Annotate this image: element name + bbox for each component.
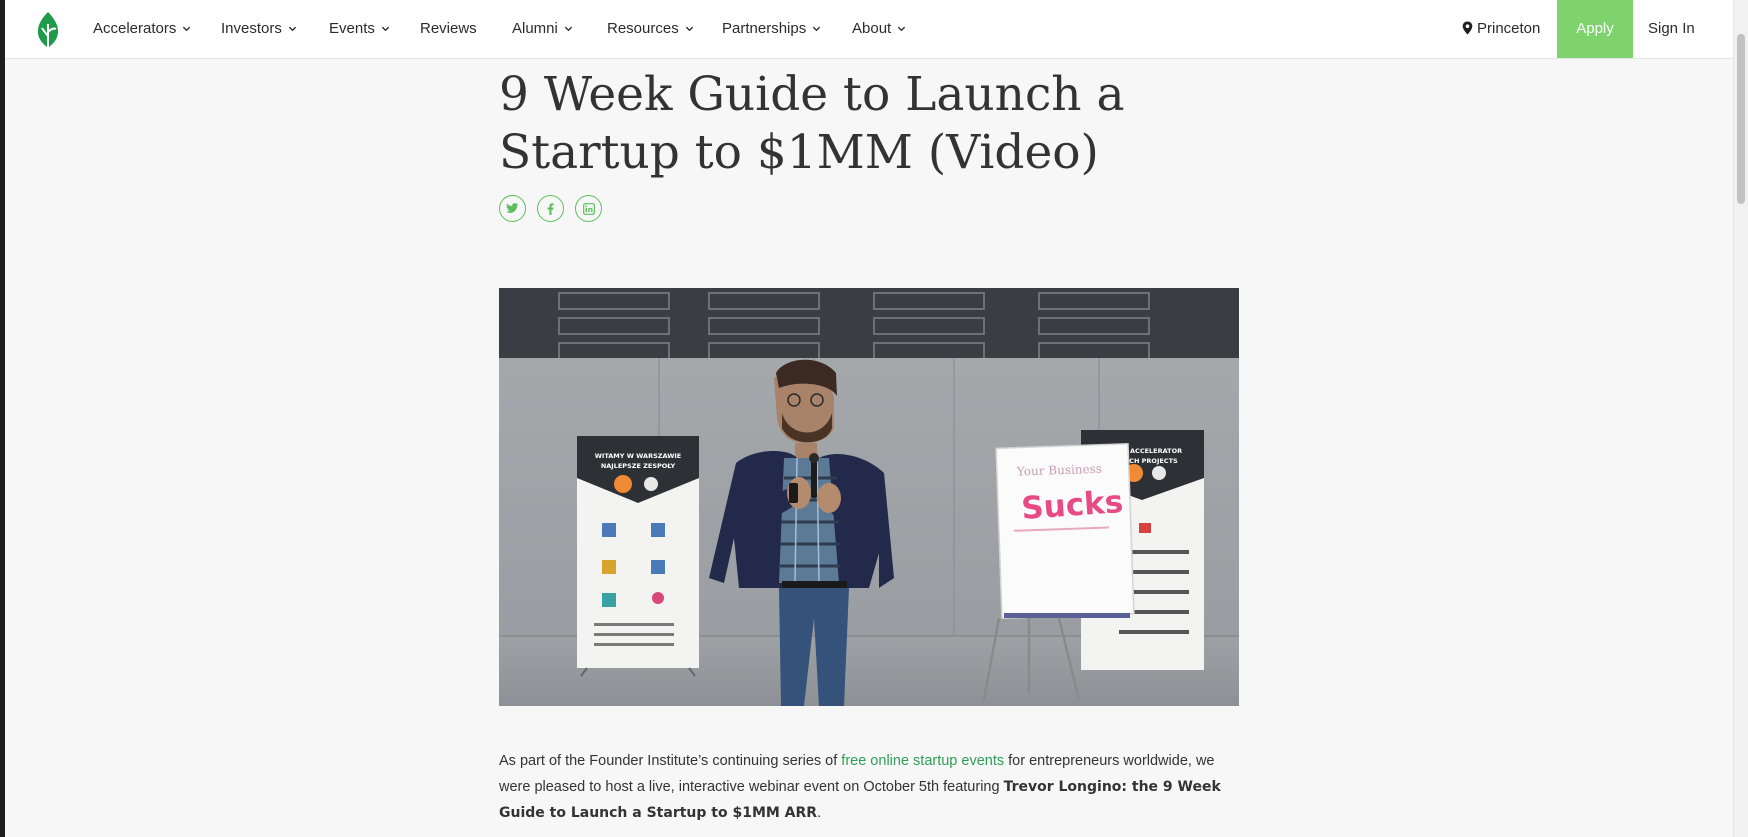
article-intro-paragraph: As part of the Founder Institute’s conti… [499,748,1234,826]
chevron-down-icon [685,26,693,31]
share-facebook-button[interactable] [537,195,564,222]
sign-in-link[interactable]: Sign In [1648,0,1695,58]
chevron-down-icon [381,26,389,31]
chevron-down-icon [288,26,296,31]
paragraph-text: . [817,805,822,821]
nav-label: Reviews [420,20,477,37]
location-selector[interactable]: Princeton [1462,0,1540,58]
apply-button[interactable]: Apply [1557,0,1633,58]
nav-label: Events [329,20,375,37]
window-edge [0,0,5,837]
nav-about[interactable]: About [852,0,906,58]
nav-resources[interactable]: Resources [607,0,694,58]
nav-investors[interactable]: Investors [221,0,297,58]
svg-text:Sucks: Sucks [1020,484,1124,527]
twitter-icon [506,203,519,213]
svg-text:WITAMY W WARSZAWIE: WITAMY W WARSZAWIE [595,452,682,460]
chevron-down-icon [564,26,572,31]
chevron-down-icon [183,26,191,31]
svg-text:NAJLEPSZE ZESPOŁY: NAJLEPSZE ZESPOŁY [601,462,676,470]
nav-accelerators[interactable]: Accelerators [93,0,191,58]
founder-institute-logo[interactable] [32,10,64,50]
share-linkedin-button[interactable] [575,195,602,222]
facebook-icon [547,202,554,215]
chevron-down-icon [813,26,821,31]
article-title: 9 Week Guide to Launch a Startup to $1MM… [499,67,1125,180]
nav-events[interactable]: Events [329,0,390,58]
linkedin-icon [582,202,595,215]
share-twitter-button[interactable] [499,195,526,222]
nav-label: Resources [607,20,679,37]
map-pin-icon [1462,21,1473,35]
chevron-down-icon [898,26,906,31]
scrollbar-thumb[interactable] [1737,34,1745,204]
nav-label: Alumni [512,20,558,37]
nav-alumni[interactable]: Alumni [512,0,573,58]
location-label: Princeton [1477,20,1541,37]
nav-label: Accelerators [93,20,177,37]
site-header: Accelerators Investors Events Reviews Al… [5,0,1733,59]
nav-label: Partnerships [722,20,807,37]
nav-label: About [852,20,892,37]
paragraph-text: As part of the Founder Institute’s conti… [499,753,842,769]
speaker-photo: WITAMY W WARSZAWIE NAJLEPSZE ZESPOŁY AW … [499,288,1239,706]
hero-image: WITAMY W WARSZAWIE NAJLEPSZE ZESPOŁY AW … [499,288,1239,706]
free-online-startup-events-link[interactable]: free online startup events [841,753,1004,769]
nav-partnerships[interactable]: Partnerships [722,0,821,58]
nav-label: Investors [221,20,282,37]
nav-reviews[interactable]: Reviews [420,0,477,58]
